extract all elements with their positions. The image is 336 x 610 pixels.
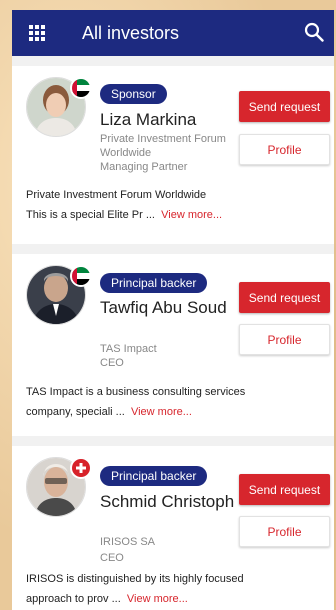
uae-flag-icon bbox=[70, 77, 92, 99]
role-badge: Principal backer bbox=[100, 273, 208, 293]
avatar-container bbox=[26, 77, 92, 137]
investor-description: Private Investment Forum Worldwide This … bbox=[26, 185, 326, 225]
investor-name: Liza Markina bbox=[100, 110, 197, 129]
grid-menu-icon[interactable] bbox=[26, 22, 48, 44]
swiss-cross-icon bbox=[70, 457, 92, 479]
description-line: company, speciali ... View more... bbox=[26, 402, 326, 422]
investor-position: Managing Partner bbox=[100, 161, 188, 173]
investor-description: IRISOS is distinguished by its highly fo… bbox=[26, 569, 326, 609]
view-more-link[interactable]: View more... bbox=[161, 209, 222, 221]
investor-card: Principal backer Schmid Christoph IRISOS… bbox=[12, 446, 334, 610]
send-request-button[interactable]: Send request bbox=[239, 474, 330, 505]
description-line: This is a special Elite Pr ... View more… bbox=[26, 205, 326, 225]
role-badge: Principal backer bbox=[100, 466, 208, 486]
investor-card: Principal backer Tawfiq Abu Soud TAS Imp… bbox=[12, 254, 334, 436]
description-text: This is a special Elite Pr ... bbox=[26, 209, 155, 221]
investor-name: Schmid Christoph bbox=[100, 492, 235, 511]
description-line: TAS Impact is a business consulting serv… bbox=[26, 386, 246, 398]
profile-button[interactable]: Profile bbox=[239, 324, 330, 355]
investor-name: Tawfiq Abu Soud bbox=[100, 298, 227, 317]
role-badge: Sponsor bbox=[100, 84, 167, 104]
investor-description: TAS Impact is a business consulting serv… bbox=[26, 382, 326, 422]
view-more-link[interactable]: View more... bbox=[131, 406, 192, 418]
description-text: approach to prov ... bbox=[26, 593, 121, 605]
page-title: All investors bbox=[82, 22, 180, 43]
app-screen: All investors Sponsor Liza Markina Priva… bbox=[12, 10, 334, 610]
profile-button[interactable]: Profile bbox=[239, 134, 330, 165]
description-line: IRISOS is distinguished by its highly fo… bbox=[26, 573, 244, 585]
investor-organization: TAS Impact bbox=[100, 343, 157, 355]
avatar-container bbox=[26, 265, 92, 325]
investor-position: CEO bbox=[100, 357, 124, 369]
app-bar: All investors bbox=[12, 10, 334, 56]
description-line: approach to prov ... View more... bbox=[26, 589, 326, 609]
description-text: company, speciali ... bbox=[26, 406, 125, 418]
investor-card: Sponsor Liza Markina Private Investment … bbox=[12, 66, 334, 244]
avatar-container bbox=[26, 457, 92, 517]
search-icon[interactable] bbox=[304, 22, 324, 42]
investor-organization: IRISOS SA bbox=[100, 536, 156, 548]
description-line: Private Investment Forum Worldwide bbox=[26, 189, 207, 201]
send-request-button[interactable]: Send request bbox=[239, 91, 330, 122]
profile-button[interactable]: Profile bbox=[239, 516, 330, 547]
uae-flag-icon bbox=[70, 265, 92, 287]
investor-organization: Private Investment Forum Worldwide bbox=[100, 133, 226, 159]
view-more-link[interactable]: View more... bbox=[127, 593, 188, 605]
investor-position: CEO bbox=[100, 552, 124, 564]
send-request-button[interactable]: Send request bbox=[239, 282, 330, 313]
